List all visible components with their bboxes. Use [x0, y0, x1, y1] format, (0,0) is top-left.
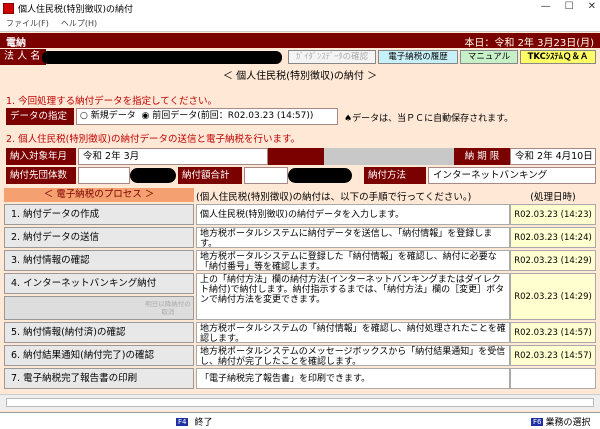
process-desc-1: 個人住民税(特別徴収)の納付データを入力します。	[196, 204, 510, 225]
process-desc-6: 地方税ポータルシステムのメッセージボックスから「納付結果通知」を受信し、納付が完…	[196, 345, 510, 366]
window-controls: — ☐ ✕	[541, 1, 596, 12]
total-amount-label: 納付額合計	[178, 167, 242, 184]
payment-method-value: インターネットバンキング	[428, 167, 596, 184]
close-icon[interactable]: ✕	[588, 1, 596, 12]
payment-method-label: 納付方法	[364, 167, 426, 184]
cancel-next-day-button[interactable]: 明日以降納付の取消	[145, 300, 191, 318]
title-bar: 個人住民税(特別徴収)の納付 — ☐ ✕	[0, 0, 600, 16]
period-value: 令和 2年 3月	[78, 148, 268, 165]
cancel-panel: 明日以降納付の取消	[4, 296, 194, 320]
destination-count-blank	[78, 167, 130, 184]
period-label: 納入対象年月	[6, 148, 76, 165]
process-date-3: R02.03.23 (14:29)	[510, 250, 596, 271]
minimize-icon[interactable]: —	[541, 1, 551, 12]
process-step-6[interactable]: 6. 納付結果通知(納付完了)の確認	[4, 345, 194, 366]
corporate-row: 法 人 名 ｶﾞｲﾀﾞﾝｽﾃﾞｰﾀの確認 電子納税の履歴 マニュアル TKCｼｽ…	[0, 49, 600, 65]
step2-heading: 2. 個人住民税(特別徴収)の納付データの送信と電子納税を行います。	[6, 134, 301, 145]
scrollbar-track[interactable]	[6, 398, 594, 407]
process-step-5[interactable]: 5. 納付情報(納付済)の確認	[4, 322, 194, 343]
destination-count-redacted	[130, 168, 176, 183]
window-title: 個人住民税(特別徴収)の納付	[18, 4, 134, 15]
total-amount-blank	[244, 167, 288, 184]
header-label: 電納	[6, 38, 26, 49]
corporate-name-redacted	[42, 51, 282, 64]
f4-key-icon: F4	[176, 417, 189, 426]
tkc-qa-button[interactable]: TKCｼｽﾃﾑＱ＆Ａ	[520, 50, 596, 64]
app-icon	[3, 2, 14, 14]
process-desc-3: 地方税ポータルシステムに登録した「納付情報」を確認し、納付に必要な「納付番号」等…	[196, 250, 510, 271]
data-spec-options: ○ 新規データ ◉ 前回データ(前回：R02.03.23 (14:57))	[76, 108, 338, 125]
auto-save-note: ♠データは、当ＰＣに自動保存されます。	[344, 114, 514, 124]
section-title: ＜ 個人住民税(特別徴収)の納付 ＞	[222, 71, 378, 82]
menu-help[interactable]: ヘルプ(H)	[61, 18, 97, 29]
header-bar: 電納 本日：令和 2年 3月23日(月)	[0, 33, 600, 49]
radio-prev-icon[interactable]: ◉	[141, 111, 149, 121]
process-desc-4: 上の「納付方法」欄の納付方法(インターネットバンキングまたはダイレクト納付)で納…	[196, 273, 510, 320]
maximize-icon[interactable]: ☐	[565, 1, 574, 12]
radio-new-label[interactable]: 新規データ	[91, 111, 136, 121]
process-step-3[interactable]: 3. 納付情報の確認	[4, 250, 194, 271]
process-step-4[interactable]: 4. インターネットバンキング納付	[4, 273, 194, 294]
process-date-4: R02.03.23 (14:29)	[510, 273, 596, 320]
period-empty	[324, 148, 454, 165]
process-date-1: R02.03.23 (14:23)	[510, 204, 596, 225]
process-desc-5: 地方税ポータルシステムの「納付情報」を確認し、納付処理されたことを確認します。	[196, 322, 510, 343]
destination-count-label: 納付先団体数	[6, 167, 76, 184]
radio-prev-label[interactable]: 前回データ(前回：R02.03.23 (14:57))	[152, 111, 313, 121]
today-date: 本日：令和 2年 3月23日(月)	[464, 38, 594, 49]
process-date-5: R02.03.23 (14:57)	[510, 322, 596, 343]
process-desc-7: 「電子納税完了報告書」を印刷できます。	[196, 368, 510, 389]
corporate-name-label: 法 人 名	[0, 49, 46, 65]
process-date-6: R02.03.23 (14:57)	[510, 345, 596, 366]
manual-button[interactable]: マニュアル	[460, 50, 518, 64]
task-select-label: 業務の選択	[545, 418, 591, 428]
end-button[interactable]: F4 終了	[176, 415, 213, 428]
total-amount-redacted	[288, 168, 352, 183]
step1-heading: 1. 今回処理する納付データを指定してください。	[6, 96, 218, 107]
process-step-7[interactable]: 7. 電子納税完了報告書の印刷	[4, 368, 194, 389]
procedure-note: (個人住民税(特別徴収)の納付は、以下の手順で行ってください。)	[196, 192, 472, 203]
period-filler	[268, 148, 324, 165]
process-header: ＜ 電子納税のプロセス ＞	[4, 188, 194, 202]
data-spec-label: データの指定	[6, 108, 74, 125]
footer-bar: F4 終了 F6 業務の選択	[0, 412, 600, 429]
menu-bar: ファイル(F) ヘルプ(H)	[0, 16, 600, 32]
deadline-value: 令和 2年 4月10日	[510, 148, 596, 165]
end-button-label: 終了	[194, 418, 213, 428]
process-date-7	[510, 368, 596, 389]
process-date-2: R02.03.23 (14:24)	[510, 227, 596, 248]
e-tax-history-button[interactable]: 電子納税の履歴	[378, 50, 458, 64]
radio-new-icon[interactable]: ○	[80, 111, 88, 121]
menu-file[interactable]: ファイル(F)	[6, 18, 49, 29]
guidance-data-button[interactable]: ｶﾞｲﾀﾞﾝｽﾃﾞｰﾀの確認	[288, 50, 376, 64]
process-desc-2: 地方税ポータルシステムに納付データを送信し、「納付情報」を登録します。	[196, 227, 510, 248]
process-step-2[interactable]: 2. 納付データの送信	[4, 227, 194, 248]
horizontal-scrollbar[interactable]	[0, 394, 600, 410]
datetime-header: (処理日時)	[530, 192, 576, 203]
f6-key-icon: F6	[531, 417, 544, 426]
deadline-label: 納 期 限	[454, 148, 510, 165]
process-step-1[interactable]: 1. 納付データの作成	[4, 204, 194, 225]
task-select-button[interactable]: F6 業務の選択	[531, 415, 591, 428]
